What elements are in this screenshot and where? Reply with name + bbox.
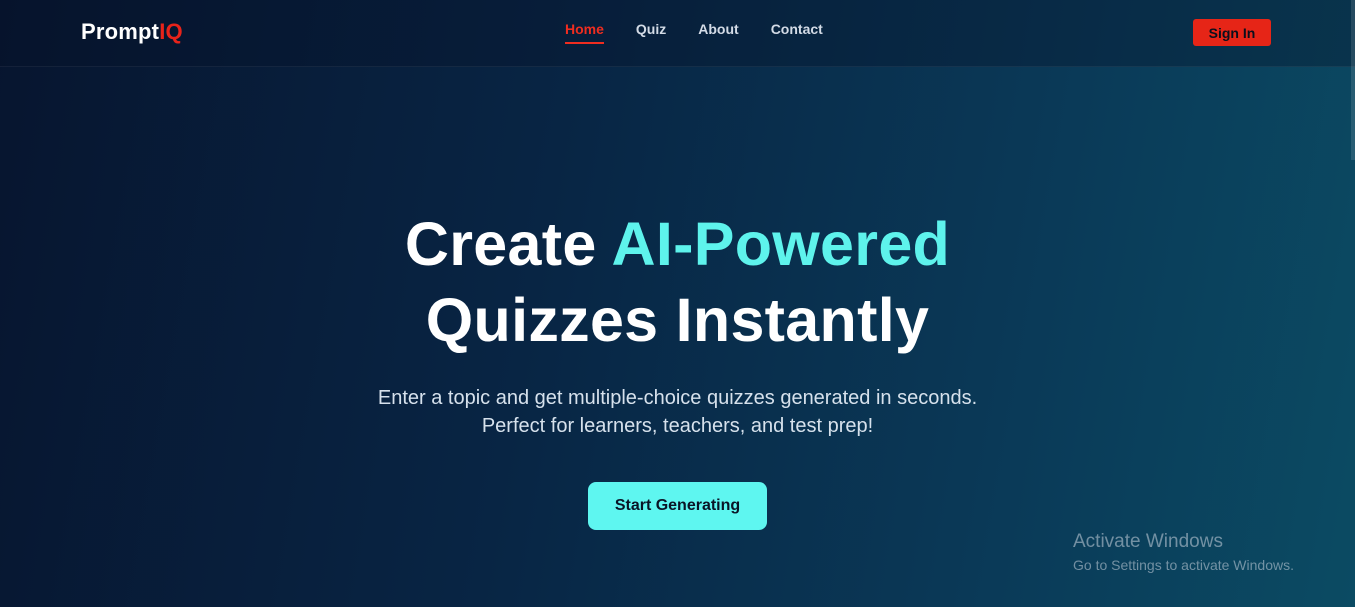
- start-generating-button[interactable]: Start Generating: [588, 482, 767, 530]
- hero-title: Create AI-Powered Quizzes Instantly: [0, 206, 1355, 358]
- nav-home[interactable]: Home: [565, 21, 604, 44]
- hero-title-line2: Quizzes Instantly: [425, 286, 930, 354]
- hero-subtitle-line2: Perfect for learners, teachers, and test…: [481, 415, 874, 437]
- sign-in-button[interactable]: Sign In: [1193, 19, 1271, 46]
- nav-contact[interactable]: Contact: [771, 21, 823, 44]
- nav-links: Home Quiz About Contact: [565, 21, 823, 44]
- hero-title-highlight: AI-Powered: [611, 210, 951, 278]
- navbar: PromptIQ Home Quiz About Contact Sign In: [0, 0, 1355, 67]
- logo-text: Prompt: [81, 19, 160, 44]
- hero-section: Create AI-Powered Quizzes Instantly Ente…: [0, 206, 1355, 530]
- nav-about[interactable]: About: [698, 21, 738, 44]
- logo[interactable]: PromptIQ: [81, 19, 183, 45]
- watermark-subtitle: Go to Settings to activate Windows.: [1073, 557, 1294, 573]
- hero-title-part1: Create: [404, 210, 612, 278]
- nav-quiz[interactable]: Quiz: [636, 21, 666, 44]
- page: PromptIQ Home Quiz About Contact Sign In…: [0, 0, 1355, 607]
- hero-subtitle-line1: Enter a topic and get multiple-choice qu…: [377, 387, 978, 409]
- logo-accent: IQ: [159, 19, 183, 44]
- scrollbar-thumb[interactable]: [1351, 0, 1355, 160]
- activate-windows-watermark: Activate Windows Go to Settings to activ…: [1073, 531, 1294, 576]
- hero-subtitle: Enter a topic and get multiple-choice qu…: [0, 384, 1355, 440]
- watermark-title: Activate Windows: [1073, 531, 1223, 552]
